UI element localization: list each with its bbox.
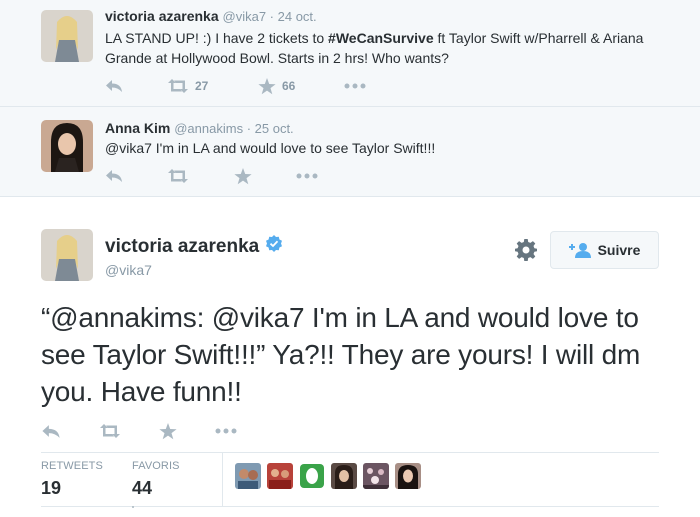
tweet-item[interactable]: Anna Kim @annakims · 25 oct. @vika7 I'm … [0, 107, 700, 197]
more-icon [344, 83, 366, 89]
reply-button[interactable] [105, 167, 123, 185]
tweet-stats: RETWEETS 19 FAVORIS 44 [41, 452, 659, 508]
retweets-stat[interactable]: RETWEETS 19 [41, 460, 103, 499]
reply-button[interactable] [105, 77, 123, 95]
retweet-button[interactable] [167, 167, 189, 185]
main-fullname[interactable]: victoria azarenka [105, 236, 259, 258]
more-icon [296, 173, 318, 179]
gear-icon[interactable] [515, 239, 537, 266]
tweet-text-before: LA STAND UP! :) I have 2 tickets to [105, 30, 329, 46]
avatar[interactable] [395, 463, 421, 489]
reply-icon [106, 170, 122, 182]
reply-icon [106, 80, 122, 92]
follow-button[interactable]: Suivre [550, 231, 659, 269]
avatar[interactable] [41, 229, 93, 281]
main-handle[interactable]: @vika7 [105, 262, 152, 278]
separator: · [266, 9, 278, 24]
avatar[interactable] [299, 463, 325, 489]
retweets-value: 19 [41, 478, 62, 498]
reply-icon [42, 424, 60, 438]
star-icon [159, 422, 177, 439]
tweet-handle[interactable]: @vika7 [223, 9, 267, 24]
avatar[interactable] [363, 463, 389, 489]
favorites-label: FAVORIS [132, 460, 180, 472]
retweet-icon [100, 424, 120, 438]
favorite-count: 66 [282, 79, 296, 93]
separator: · [243, 121, 255, 136]
favorites-stat[interactable]: FAVORIS 44 [132, 460, 180, 499]
more-button[interactable] [215, 422, 237, 440]
reply-button[interactable] [41, 422, 61, 440]
avatar[interactable] [331, 463, 357, 489]
retweet-icon [168, 79, 188, 93]
avatar[interactable] [41, 10, 93, 62]
tweet-text: LA STAND UP! :) I have 2 tickets to #WeC… [105, 28, 665, 68]
star-icon [234, 167, 252, 184]
favoriters-avatars [235, 463, 427, 489]
more-button[interactable] [344, 77, 366, 95]
tweet-fullname[interactable]: victoria azarenka [105, 8, 219, 24]
more-icon [215, 428, 237, 434]
tweet-handle[interactable]: @annakims [174, 121, 243, 136]
star-icon [258, 77, 276, 94]
tweet-header: Anna Kim @annakims · 25 oct. [105, 120, 294, 136]
stats-divider [222, 453, 223, 506]
tweet-header: victoria azarenka @vika7 · 24 oct. [105, 8, 317, 24]
verified-badge-icon [265, 235, 283, 259]
favorites-value: 44 [132, 478, 153, 498]
main-tweet-text: “@annakims: @vika7 I'm in LA and would l… [41, 302, 641, 407]
tweet-item[interactable]: victoria azarenka @vika7 · 24 oct. LA ST… [0, 0, 700, 107]
more-button[interactable] [296, 167, 318, 185]
retweet-icon [168, 169, 188, 183]
favorite-button[interactable] [159, 422, 177, 440]
tweet-fullname[interactable]: Anna Kim [105, 120, 170, 136]
retweets-label: RETWEETS [41, 460, 103, 472]
retweet-count: 27 [195, 79, 209, 93]
permalink-tweet: victoria azarenka @vika7 Suivre “@annaki… [0, 197, 700, 517]
favorite-button[interactable]: 66 [258, 77, 295, 95]
divider-dot [132, 506, 134, 508]
avatar[interactable] [41, 120, 93, 172]
add-user-icon [568, 243, 591, 258]
retweet-button[interactable] [99, 422, 121, 440]
follow-label: Suivre [597, 242, 641, 258]
tweet-text: @vika7 I'm in LA and would love to see T… [105, 140, 436, 156]
retweet-button[interactable]: 27 [167, 77, 208, 95]
tweet-date[interactable]: 25 oct. [255, 121, 294, 136]
avatar[interactable] [267, 463, 293, 489]
hashtag-link[interactable]: #WeCanSurvive [328, 30, 434, 46]
main-fullname-row: victoria azarenka [105, 235, 283, 259]
favorite-button[interactable] [234, 167, 252, 185]
avatar[interactable] [235, 463, 261, 489]
tweet-date[interactable]: 24 oct. [278, 9, 317, 24]
